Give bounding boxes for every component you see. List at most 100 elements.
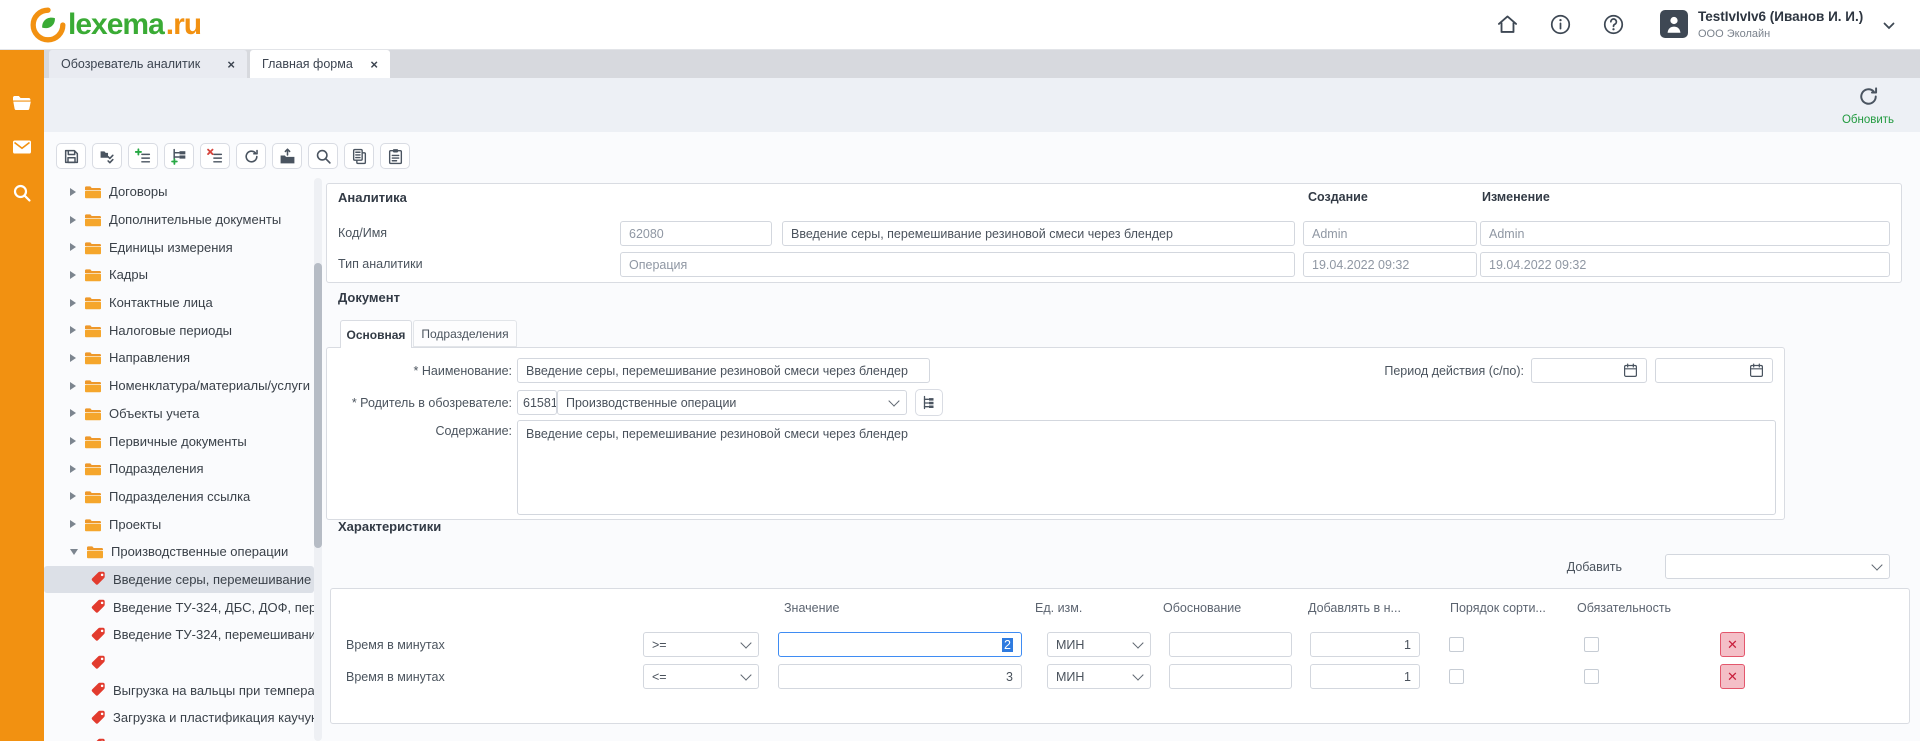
content-textarea[interactable]: Введение серы, перемешивание резиновой с… [517, 420, 1776, 515]
tree-item-nalogovye-periody[interactable]: Налоговые периоды [44, 316, 314, 344]
tree-item-dop-dokumenty[interactable]: Дополнительные документы [44, 206, 314, 234]
delete-item-button[interactable] [200, 143, 230, 169]
tree-leaf-vvedenie-tu324-peremeshivanie[interactable]: Введение ТУ-324, перемешивание [44, 621, 314, 649]
tree-item-nomenklatura[interactable]: Номенклатура/материалы/услуги [44, 372, 314, 400]
parent-select[interactable]: Производственные операции [557, 390, 907, 415]
tree-leaf-label: Загрузка и пластификация каучуко [113, 710, 314, 725]
tree-item-edinicy[interactable]: Единицы измерения [44, 233, 314, 261]
required-checkbox[interactable] [1584, 637, 1599, 652]
chevron-right-icon[interactable] [70, 382, 76, 390]
created-by-field[interactable]: Admin [1303, 221, 1477, 246]
logo-leaf-icon [30, 7, 66, 43]
operator-select[interactable]: <= [643, 664, 759, 689]
tree-item-proizvodstvennye-operacii[interactable]: Производственные операции [44, 538, 314, 566]
tree-scrollbar-thumb[interactable] [314, 263, 322, 548]
add-item-button[interactable] [128, 143, 158, 169]
name-field[interactable]: Введение серы, перемешивание резиновой с… [517, 358, 930, 383]
tree-leaf-vvedenie-tup324-masla[interactable] [44, 649, 314, 677]
tab-podrazdeleniya[interactable]: Подразделения [413, 320, 517, 347]
delete-row-button[interactable]: ✕ [1720, 632, 1745, 657]
value-field[interactable]: 2 [778, 632, 1022, 657]
add-child-item-button[interactable] [164, 143, 194, 169]
browse-tree-button[interactable] [915, 389, 943, 416]
tab-analytics-browser[interactable]: Обозреватель аналитик × [49, 50, 247, 78]
analytics-name-field[interactable]: Введение серы, перемешивание резиновой с… [782, 221, 1295, 246]
code-field[interactable]: 62080 [620, 221, 772, 246]
required-checkbox[interactable] [1584, 669, 1599, 684]
tree-leaf-vygruzka-na-valcy[interactable]: Выгрузка на вальцы при температ [44, 676, 314, 704]
tree-scrollbar[interactable] [314, 178, 322, 741]
justification-field[interactable] [1169, 664, 1292, 689]
chevron-right-icon[interactable] [70, 243, 76, 251]
sort-checkbox[interactable] [1449, 637, 1464, 652]
tree-leaf-vvedenie-tu324-dbs[interactable]: Введение ТУ-324, ДБС, ДОФ, перем [44, 593, 314, 621]
chevron-down-icon[interactable] [70, 549, 78, 555]
copy-button[interactable] [344, 143, 374, 169]
tree-item-label: Проекты [109, 517, 161, 532]
chevron-right-icon[interactable] [70, 299, 76, 307]
user-menu-chevron-icon[interactable] [1882, 19, 1896, 33]
tree-item-podrazdeleniya-ssylka[interactable]: Подразделения ссылка [44, 483, 314, 511]
tree-item-kontaktnye-lica[interactable]: Контактные лица [44, 289, 314, 317]
rail-search-icon[interactable] [11, 182, 33, 204]
import-button[interactable] [272, 143, 302, 169]
info-icon[interactable] [1549, 13, 1572, 36]
tree-leaf-zagruzka-i-plastifikaciya[interactable]: Загрузка и пластификация каучуко [44, 704, 314, 732]
parent-code-field[interactable]: 61581 [517, 390, 557, 415]
tree-item-proekty[interactable]: Проекты [44, 510, 314, 538]
add-to-field[interactable]: 1 [1310, 664, 1420, 689]
tab-main-form[interactable]: Главная форма × [250, 50, 390, 78]
rail-folder-icon[interactable] [11, 92, 33, 114]
tree-item-napravleniya[interactable]: Направления [44, 344, 314, 372]
add-characteristic-select[interactable] [1665, 554, 1890, 579]
calendar-icon[interactable] [1749, 363, 1764, 378]
justification-field[interactable] [1169, 632, 1292, 657]
tree-item-obekty-ucheta[interactable]: Объекты учета [44, 400, 314, 428]
tree-item-dogovory[interactable]: Договоры [44, 178, 314, 206]
home-icon[interactable] [1496, 13, 1519, 36]
unit-select[interactable]: МИН [1047, 664, 1151, 689]
tree-leaf-vvedenie-sery[interactable]: Введение серы, перемешивание резиновой с… [44, 566, 314, 594]
tree-item-kadry[interactable]: Кадры [44, 261, 314, 289]
refresh-data-button[interactable] [236, 143, 266, 169]
tree-item-pervichnye-dokumenty[interactable]: Первичные документы [44, 427, 314, 455]
chevron-right-icon[interactable] [70, 188, 76, 196]
chevron-right-icon[interactable] [70, 354, 76, 362]
help-icon[interactable] [1602, 13, 1625, 36]
chevron-right-icon[interactable] [70, 216, 76, 224]
chevron-right-icon[interactable] [70, 465, 76, 473]
operator-select[interactable]: >= [643, 632, 759, 657]
search-button[interactable] [308, 143, 338, 169]
period-to-field[interactable] [1655, 358, 1773, 383]
modified-by-field[interactable]: Admin [1480, 221, 1890, 246]
chevron-right-icon[interactable] [70, 271, 76, 279]
paste-button[interactable] [380, 143, 410, 169]
chevron-right-icon[interactable] [70, 520, 76, 528]
close-icon[interactable]: × [370, 58, 378, 71]
chevron-right-icon[interactable] [70, 437, 76, 445]
add-to-field[interactable]: 1 [1310, 632, 1420, 657]
analytics-type-field[interactable]: Операция [620, 252, 1295, 277]
sort-checkbox[interactable] [1449, 669, 1464, 684]
modified-at-field[interactable]: 19.04.2022 09:32 [1480, 252, 1890, 277]
tree-item-podrazdeleniya[interactable]: Подразделения [44, 455, 314, 483]
refresh-control[interactable]: Обновить [1826, 85, 1910, 126]
calendar-icon[interactable] [1623, 363, 1638, 378]
select-items-button[interactable] [92, 143, 122, 169]
period-from-field[interactable] [1531, 358, 1647, 383]
chevron-right-icon[interactable] [70, 326, 76, 334]
user-avatar[interactable] [1660, 10, 1688, 38]
user-name[interactable]: TestIvIvIv6 (Иванов И. И.) [1698, 9, 1863, 24]
value-field[interactable]: 3 [778, 664, 1022, 689]
rail-mail-icon[interactable] [11, 136, 33, 158]
close-icon[interactable]: × [227, 58, 235, 71]
tab-osnovnaya[interactable]: Основная [340, 320, 412, 348]
delete-row-button[interactable]: ✕ [1720, 664, 1745, 689]
tree-leaf-partial[interactable] [44, 732, 314, 741]
unit-select[interactable]: МИН [1047, 632, 1151, 657]
chevron-right-icon[interactable] [70, 492, 76, 500]
save-button[interactable] [56, 143, 86, 169]
chevron-right-icon[interactable] [70, 409, 76, 417]
lexema-logo[interactable]: lexema .ru [30, 7, 201, 43]
created-at-field[interactable]: 19.04.2022 09:32 [1303, 252, 1477, 277]
